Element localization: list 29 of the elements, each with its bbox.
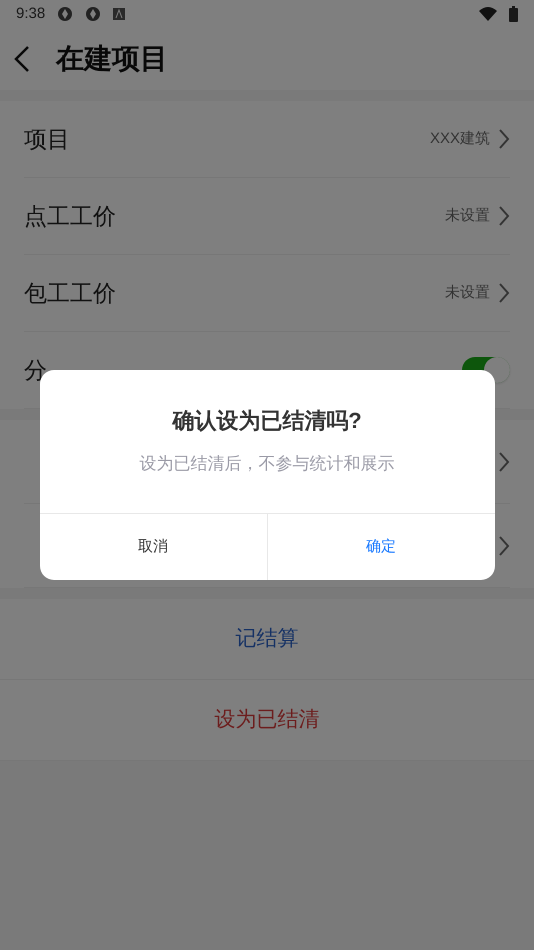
dialog-button[interactable]: 确定 [266,514,494,580]
action-button[interactable]: 记结算 [0,599,534,680]
settings-row[interactable]: 点工工价 未设置 [24,178,510,255]
back-icon[interactable] [12,45,32,73]
battery-icon [509,6,518,22]
settings-row[interactable]: 项目 XXX建筑 [24,101,510,178]
app-notification-icon [57,6,74,22]
chevron-right-icon [498,534,510,556]
chevron-right-icon [498,450,510,472]
dialog-button[interactable]: 取消 [40,514,266,580]
chevron-right-icon [498,282,510,304]
row-label: 项目 [24,124,71,154]
row-value: XXX建筑 [430,128,490,149]
settings-row[interactable]: 包工工价 未设置 [24,255,510,332]
app-notification-icon [85,6,102,22]
row-value: 未设置 [445,206,490,226]
row-label: 包工工价 [24,278,117,308]
dialog-title: 确认设为已结清吗? [172,407,362,435]
action-button[interactable]: 设为已结清 [0,680,534,761]
chevron-right-icon [498,205,510,227]
row-label: 分 [24,356,48,385]
row-label: 点工工价 [24,202,117,231]
page-title: 在建项目 [56,42,168,76]
dialog-message: 设为已结清后，不参与统计和展示 [140,453,394,475]
status-time: 9:38 [16,4,46,24]
keyboard-notification-icon [113,8,126,20]
row-value: 未设置 [445,282,490,303]
wifi-icon [479,7,497,21]
chevron-right-icon [498,128,510,150]
